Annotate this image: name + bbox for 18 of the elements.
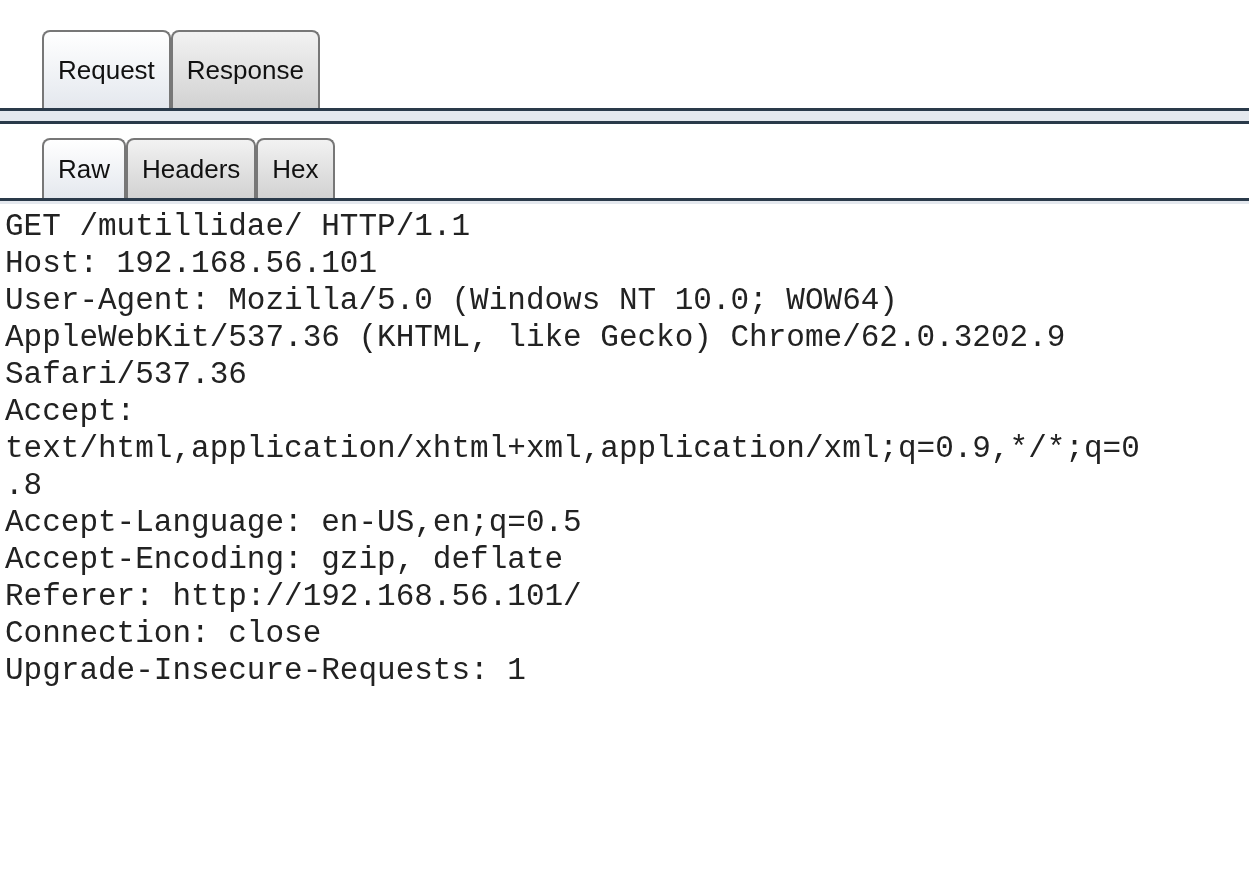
request-line: GET /mutillidae/ HTTP/1.1	[5, 208, 472, 245]
request-line: Referer: http://192.168.56.101/	[5, 578, 583, 615]
request-line: Upgrade-Insecure-Requests: 1	[5, 652, 527, 689]
request-line: text/html,application/xhtml+xml,application/xml;q=0.9,*/*;q=0	[5, 430, 1141, 467]
request-line: Accept-Language: en-US,en;q=0.5	[5, 504, 583, 541]
tab[interactable]: Raw	[42, 138, 126, 198]
request-line: Host: 192.168.56.101	[5, 245, 379, 282]
tab[interactable]: Hex	[256, 138, 335, 198]
request-line: User-Agent: Mozilla/5.0 (Windows NT 10.0; WOW64)	[5, 282, 899, 319]
request-line: .8	[5, 467, 44, 504]
request-line: Connection: close	[5, 615, 323, 652]
request-line: Accept-Encoding: gzip, deflate	[5, 541, 565, 578]
request-line: Safari/537.36	[5, 356, 248, 393]
request-line: AppleWebKit/537.36 (KHTML, like Gecko) Chrome/62.0.3202.9	[5, 319, 1067, 356]
tab[interactable]: Headers	[126, 138, 257, 198]
tab[interactable]: Response	[170, 30, 320, 108]
tab[interactable]: Request	[42, 30, 171, 108]
request-line: Accept:	[5, 393, 137, 430]
